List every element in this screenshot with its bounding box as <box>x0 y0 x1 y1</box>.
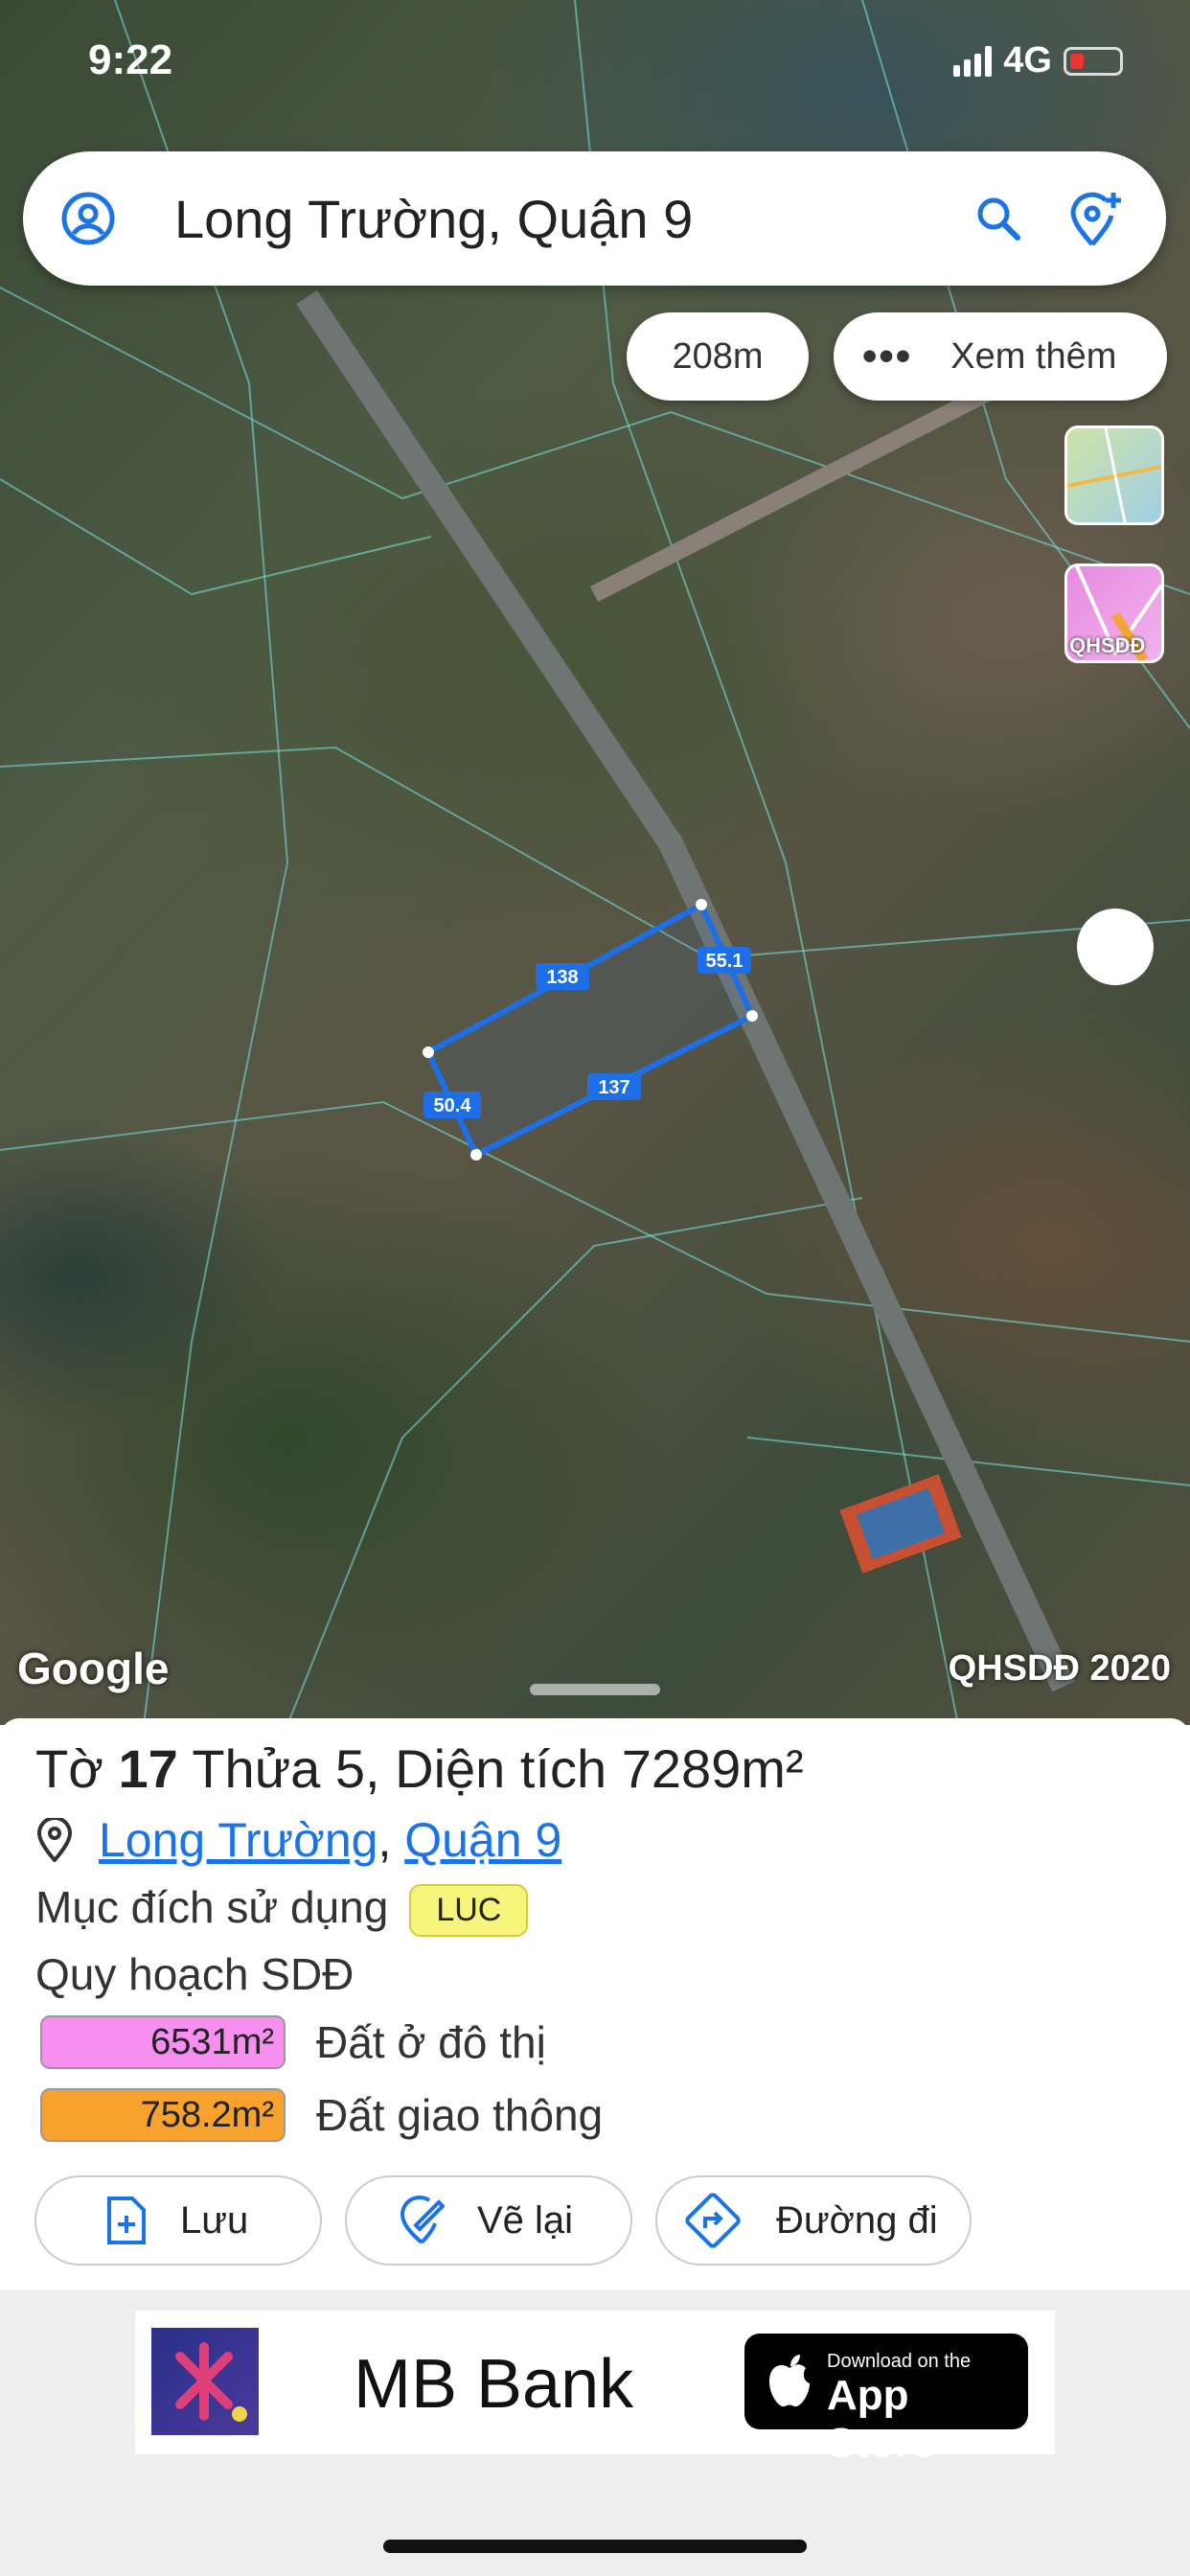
google-logo: Google <box>17 1644 170 1693</box>
battery-icon <box>1064 46 1123 76</box>
mb-bank-logo <box>151 2328 259 2435</box>
more-label: Xem thêm <box>950 335 1117 377</box>
store-big-text: App Store <box>827 2372 935 2467</box>
land-use-badge: LUC <box>409 1884 529 1938</box>
status-right: 4G <box>953 40 1123 81</box>
location-button[interactable] <box>1077 908 1154 985</box>
save-button[interactable]: Lưu <box>34 2175 322 2266</box>
parcel-title: Tờ 17 Thửa 5, Diện tích 7289m² <box>35 1738 804 1799</box>
edge-label-right: 55.1 <box>706 951 744 972</box>
ward-link[interactable]: Long Trường <box>99 1812 378 1868</box>
ad-title: MB Bank <box>354 2346 634 2423</box>
signal-icon <box>953 45 993 77</box>
edge-label-top: 138 <box>546 967 578 988</box>
plan-name-traffic: Đất giao thông <box>316 2090 604 2140</box>
edge-label-bottom: 137 <box>598 1077 629 1098</box>
land-use-row: Mục đích sử dụng LUC <box>35 1881 529 1938</box>
add-file-icon <box>105 2195 148 2246</box>
plan-area-traffic: 758.2m² <box>40 2088 286 2142</box>
scale-pill: 208m <box>627 312 809 401</box>
home-indicator[interactable] <box>383 2540 807 2553</box>
app-store-badge[interactable]: Download on the App Store <box>744 2334 1028 2467</box>
add-location-icon[interactable] <box>1065 188 1127 249</box>
satellite-map[interactable]: 138 55.1 137 50.4 9:22 4G Long Trường, Q… <box>0 0 1190 1725</box>
plan-name-urban: Đất ở đô thị <box>316 2017 546 2067</box>
edge-label-left: 50.4 <box>434 1095 472 1116</box>
redraw-button[interactable]: Vẽ lại <box>345 2175 632 2266</box>
plan-row-urban: 6531m² Đất ở đô thị <box>40 2015 546 2069</box>
search-bar[interactable]: Long Trường, Quận 9 <box>23 151 1166 286</box>
status-bar: 9:22 4G <box>0 0 1190 134</box>
more-button[interactable]: ••• Xem thêm <box>834 312 1167 401</box>
map-layer-thumbnail[interactable] <box>1064 426 1164 525</box>
plan-area-urban: 6531m² <box>40 2015 286 2069</box>
scale-label: 208m <box>672 335 764 377</box>
directions-label: Đường đi <box>776 2198 938 2242</box>
account-icon[interactable] <box>59 190 117 247</box>
save-label: Lưu <box>180 2198 249 2242</box>
search-icon[interactable] <box>970 190 1027 247</box>
network-type: 4G <box>1003 40 1052 80</box>
redraw-label: Vẽ lại <box>477 2198 574 2242</box>
plan-row-traffic: 758.2m² Đất giao thông <box>40 2088 603 2142</box>
plan-label: Quy hoạch SDĐ <box>35 1949 355 1999</box>
location-pin-icon <box>36 1818 73 1862</box>
status-time: 9:22 <box>88 36 173 83</box>
store-small-text: Download on the <box>827 2351 972 2372</box>
ad-banner[interactable]: MB Bank Download on the App Store <box>0 2290 1190 2576</box>
district-link[interactable]: Quận 9 <box>404 1812 561 1868</box>
search-input[interactable]: Long Trường, Quận 9 <box>174 188 693 250</box>
directions-icon <box>682 2190 744 2251</box>
qhsdd-layer-thumbnail[interactable]: QHSDĐ <box>1064 564 1164 663</box>
apple-icon <box>769 2355 810 2407</box>
directions-button[interactable]: Đường đi <box>655 2175 972 2266</box>
redraw-icon <box>397 2195 445 2246</box>
ad-content[interactable]: MB Bank Download on the App Store <box>135 2311 1055 2467</box>
parcel-address: Long Trường, Quận 9 <box>35 1812 561 1868</box>
map-watermark: QHSDĐ 2020 <box>948 1648 1171 1689</box>
land-use-label: Mục đích sử dụng <box>35 1882 389 1932</box>
qhsdd-layer-label: QHSDĐ <box>1069 633 1146 657</box>
more-dots-icon: ••• <box>862 333 913 380</box>
sheet-drag-handle[interactable] <box>530 1684 660 1695</box>
